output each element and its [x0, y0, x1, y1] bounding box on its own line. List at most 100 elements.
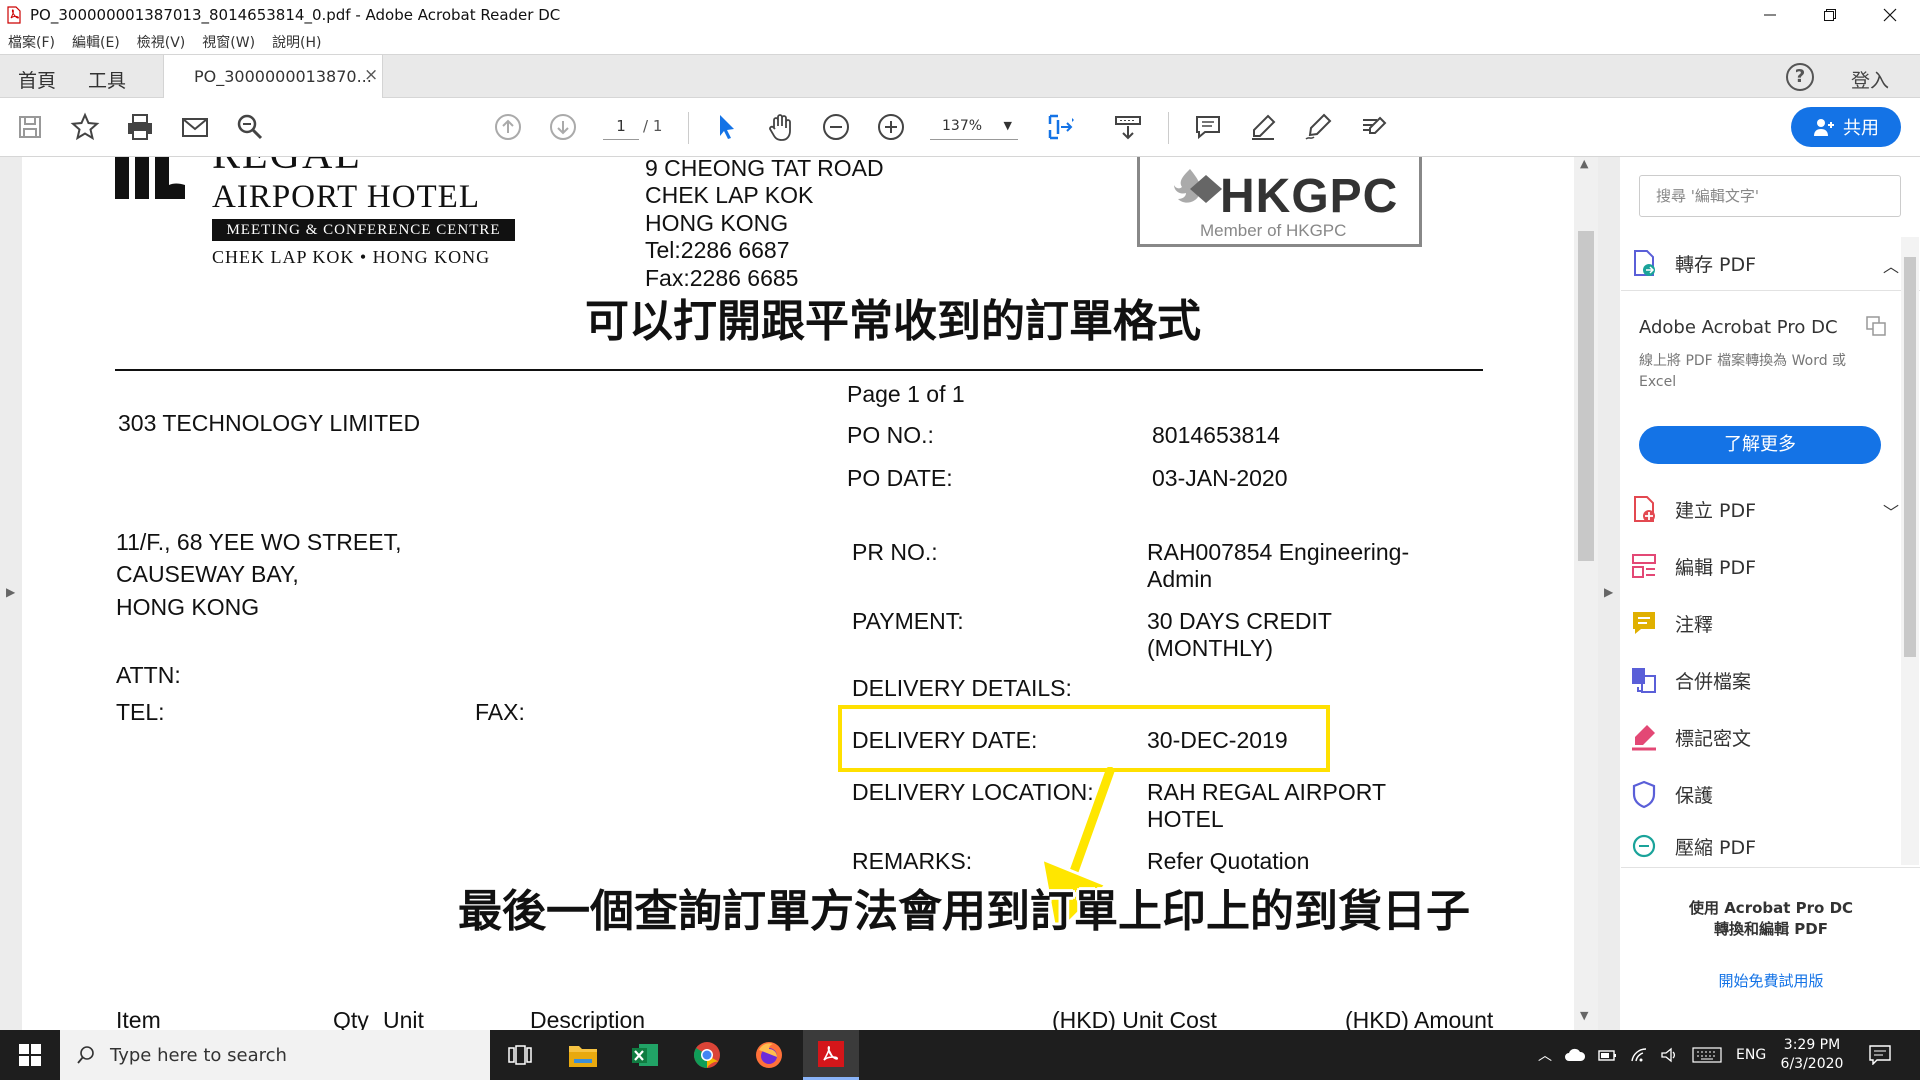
hand-tool-button[interactable]: [763, 109, 799, 145]
redact-tool[interactable]: 標記密文: [1629, 717, 1899, 757]
select-tool-button[interactable]: [708, 109, 744, 145]
menu-file[interactable]: 檔案(F): [8, 32, 55, 52]
menu-edit[interactable]: 編輯(E): [72, 32, 120, 52]
promo-line-1: 使用 Acrobat Pro DC: [1688, 899, 1854, 917]
minimize-button[interactable]: [1740, 0, 1800, 30]
file-explorer-app[interactable]: [555, 1030, 611, 1080]
chevron-down-icon[interactable]: ﹀: [1883, 499, 1899, 523]
sign-button[interactable]: [1300, 109, 1336, 145]
page-number-input[interactable]: 1: [603, 112, 639, 140]
save-icon: [19, 116, 41, 138]
fill-sign-button[interactable]: [1355, 109, 1391, 145]
tools-search-input[interactable]: 搜尋 '編輯文字': [1639, 175, 1901, 217]
compress-pdf-tool[interactable]: 壓縮 PDF: [1629, 831, 1899, 861]
menu-window[interactable]: 視窗(W): [202, 32, 255, 52]
menu-help[interactable]: 說明(H): [272, 32, 321, 52]
po-date: 03-JAN-2020: [1152, 465, 1288, 491]
start-button[interactable]: [0, 1030, 60, 1080]
export-pdf-tool[interactable]: 轉存 PDF ︿: [1629, 243, 1899, 283]
free-trial-link[interactable]: 開始免費試用版: [1621, 970, 1920, 991]
scrollbar-thumb[interactable]: [1904, 257, 1916, 657]
comment-button[interactable]: [1190, 109, 1226, 145]
bookmark-button[interactable]: [67, 109, 103, 145]
header-rule: [115, 369, 1483, 371]
acrobat-icon: [818, 1040, 844, 1067]
show-hidden-icons-icon[interactable]: ︿: [1538, 1045, 1552, 1065]
find-button[interactable]: [232, 109, 268, 145]
chevron-down-icon: ▼: [1003, 119, 1012, 132]
tab-document[interactable]: PO_3000000013870... ×: [163, 55, 383, 99]
left-panel-toggle[interactable]: ▶: [0, 157, 22, 1030]
system-tray: ︿ ENG: [1538, 1030, 1766, 1080]
pr-no-line-2: Admin: [1147, 566, 1213, 592]
zoom-select[interactable]: 137% ▼: [930, 112, 1018, 140]
minus-circle-icon: [823, 114, 849, 140]
restore-button[interactable]: [1800, 0, 1860, 30]
previous-page-button[interactable]: [490, 109, 526, 145]
export-pdf-icon: [1634, 250, 1655, 276]
chrome-icon: [693, 1042, 720, 1069]
next-page-button[interactable]: [545, 109, 581, 145]
zoom-out-button[interactable]: [818, 109, 854, 145]
create-pdf-tool[interactable]: 建立 PDF ﹀: [1629, 489, 1899, 529]
cloud-icon[interactable]: [1564, 1048, 1586, 1062]
excel-app[interactable]: [617, 1030, 673, 1080]
scroll-mode-button[interactable]: [1110, 109, 1146, 145]
pdf-page: REGAL AIRPORT HOTEL MEETING & CONFERENCE…: [22, 157, 1577, 1030]
menu-bar: 檔案(F) 編輯(E) 檢視(V) 視窗(W) 說明(H): [0, 30, 1920, 54]
taskbar-clock[interactable]: 3:29 PM 6/3/2020: [1772, 1036, 1852, 1074]
protect-tool[interactable]: 保護: [1629, 774, 1899, 814]
delivery-details-label: DELIVERY DETAILS:: [852, 675, 1072, 701]
chrome-app[interactable]: [679, 1030, 735, 1080]
minimize-icon: [1764, 14, 1776, 16]
pr-no-label: PR NO.:: [852, 539, 938, 565]
learn-more-button[interactable]: 了解更多: [1639, 426, 1881, 464]
comment-tool[interactable]: 注釋: [1629, 603, 1899, 643]
wifi-icon[interactable]: [1630, 1047, 1648, 1063]
battery-icon[interactable]: [1598, 1048, 1618, 1062]
chevron-right-icon: ▶: [1604, 585, 1614, 599]
firefox-app[interactable]: [741, 1030, 797, 1080]
combine-files-tool[interactable]: 合併檔案: [1629, 660, 1899, 700]
login-link[interactable]: 登入: [1851, 66, 1889, 93]
tab-home[interactable]: 首頁: [18, 66, 56, 93]
taskbar-search[interactable]: Type here to search: [60, 1030, 490, 1080]
menu-view[interactable]: 檢視(V): [137, 32, 186, 52]
page-display-button[interactable]: [1042, 109, 1078, 145]
acrobat-app[interactable]: [803, 1030, 859, 1080]
keyboard-icon[interactable]: [1692, 1047, 1722, 1063]
task-view-button[interactable]: [492, 1030, 548, 1080]
input-language[interactable]: ENG: [1736, 1047, 1766, 1063]
scrollbar-thumb[interactable]: [1578, 231, 1594, 561]
action-center-button[interactable]: [1852, 1030, 1908, 1080]
scroll-down-icon[interactable]: ▼: [1580, 1009, 1588, 1022]
chevron-up-icon[interactable]: ︿: [1883, 253, 1899, 277]
email-button[interactable]: [177, 109, 213, 145]
vendor-address-1: 11/F., 68 YEE WO STREET,: [116, 529, 402, 555]
vendor-address-2: CAUSEWAY BAY,: [116, 561, 299, 587]
edit-pdf-tool[interactable]: 編輯 PDF: [1629, 546, 1899, 586]
zoom-in-button[interactable]: [873, 109, 909, 145]
edit-pdf-label: 編輯 PDF: [1675, 556, 1757, 579]
tab-tools[interactable]: 工具: [88, 66, 126, 93]
fax-label: FAX:: [475, 699, 525, 725]
fit-page-icon: [1048, 114, 1074, 140]
notification-icon: [1869, 1045, 1891, 1065]
right-panel-toggle[interactable]: ▶: [1598, 157, 1620, 1030]
close-tab-button[interactable]: ×: [364, 65, 378, 85]
volume-icon[interactable]: [1660, 1047, 1678, 1063]
compress-pdf-icon: [1632, 834, 1656, 858]
save-button[interactable]: [12, 109, 48, 145]
print-button[interactable]: [122, 109, 158, 145]
scroll-up-icon[interactable]: ▲: [1580, 157, 1588, 170]
tools-pane-scrollbar[interactable]: [1901, 237, 1919, 865]
remarks-label: REMARKS:: [852, 848, 973, 874]
highlight-button[interactable]: [1245, 109, 1281, 145]
document-scrollbar[interactable]: ▲ ▼: [1574, 157, 1598, 1030]
toolbar-divider: [1168, 112, 1169, 144]
close-window-button[interactable]: [1860, 0, 1920, 30]
help-icon[interactable]: ?: [1786, 63, 1814, 91]
delivery-location-line-2: HOTEL: [1147, 806, 1224, 832]
remarks: Refer Quotation: [1147, 848, 1310, 874]
share-button[interactable]: 共用: [1791, 107, 1901, 147]
